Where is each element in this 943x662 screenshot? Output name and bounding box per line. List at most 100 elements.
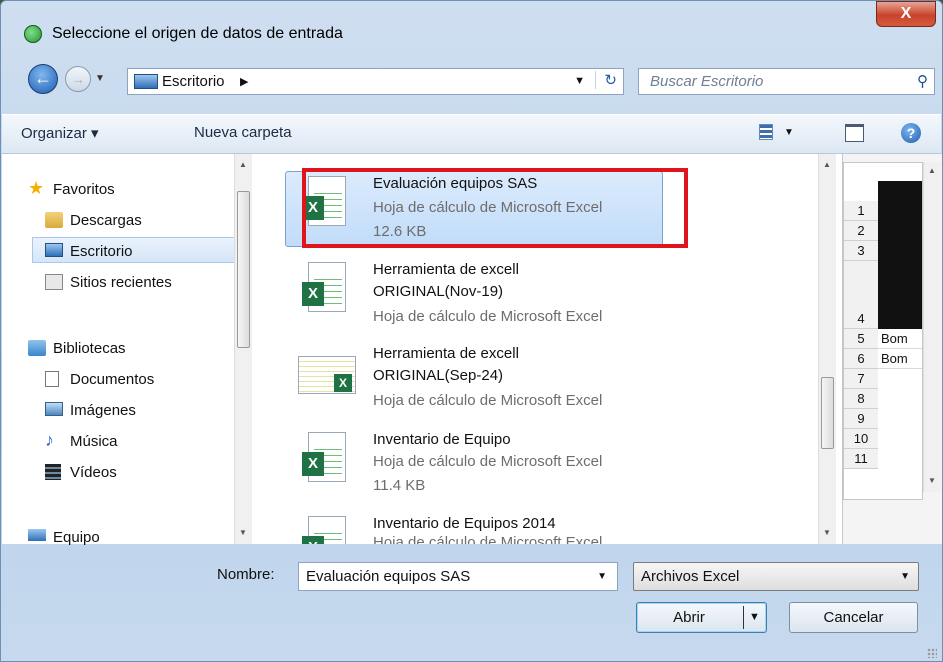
search-icon[interactable]: ⚲ [917, 72, 928, 90]
scroll-down-icon[interactable]: ▼ [928, 476, 936, 485]
dark-header-block [878, 181, 922, 329]
preview-scrollbar[interactable]: ▲ ▼ [923, 162, 941, 492]
file-item[interactable]: X Inventario de Equipos 2014 Hoja de cál… [290, 510, 670, 544]
sidebar-scroll-thumb[interactable] [237, 191, 250, 348]
documents-icon [45, 371, 59, 387]
computer-icon [28, 529, 46, 541]
cancel-button[interactable]: Cancelar [789, 602, 918, 633]
dialog-footer: Nombre: Evaluación equipos SAS ▼ Archivo… [2, 544, 941, 662]
sidebar-label: Bibliotecas [53, 340, 126, 357]
file-type-value: Archivos Excel [641, 568, 740, 585]
history-dropdown-icon[interactable]: ▼ [95, 73, 105, 84]
title-bar[interactable]: Seleccione el origen de datos de entrada… [1, 1, 942, 47]
breadcrumb-desktop[interactable]: Escritorio [162, 73, 225, 90]
dialog-title: Seleccione el origen de datos de entrada [52, 25, 343, 42]
file-type-select[interactable]: Archivos Excel ▼ [633, 562, 919, 591]
refresh-icon[interactable]: ↻ [595, 71, 617, 89]
back-arrow-icon[interactable]: ← [28, 64, 58, 94]
file-size: 11.4 KB [373, 477, 426, 494]
row-header: 4 [844, 261, 878, 329]
sidebar-label: Favoritos [53, 181, 115, 198]
chevron-down-icon[interactable]: ▼ [597, 563, 607, 590]
file-name: Herramienta de excell ORIGINAL(Sep-24) [373, 345, 519, 384]
close-button[interactable]: X [876, 1, 936, 27]
address-bar[interactable]: Escritorio ▶ ▼ ↻ [127, 68, 624, 95]
row-header: 6 [844, 349, 878, 369]
scroll-up-icon[interactable]: ▲ [928, 166, 936, 175]
navigation-pane: ★ Favoritos Descargas Escritorio Sitios … [2, 154, 252, 546]
annotation-highlight-box [302, 168, 688, 248]
open-options-dropdown-icon[interactable]: ▼ [749, 603, 760, 632]
sidebar-scrollbar[interactable]: ▲ ▼ [234, 154, 252, 544]
row-header: 3 [844, 241, 878, 261]
row-header: 7 [844, 369, 878, 389]
file-type: Hoja de cálculo de Microsoft Excel [373, 392, 603, 409]
libraries-icon [28, 340, 46, 356]
sidebar-label: Música [70, 433, 118, 450]
forward-arrow-icon[interactable]: → [65, 66, 91, 92]
new-folder-button[interactable]: Nueva carpeta [194, 124, 292, 141]
search-input[interactable]: Buscar Escritorio ⚲ [638, 68, 935, 95]
row-header: 8 [844, 389, 878, 409]
desktop-icon [45, 243, 63, 257]
app-icon [24, 25, 42, 43]
view-dropdown-icon[interactable]: ▼ [784, 127, 794, 138]
preview-cell: Bom [878, 349, 922, 369]
scroll-up-icon[interactable]: ▲ [823, 160, 831, 169]
row-header: 9 [844, 409, 878, 429]
row-header: 1 [844, 201, 878, 221]
file-item[interactable]: X Inventario de Equipo Hoja de cálculo d… [290, 426, 670, 506]
row-header: 5 [844, 329, 878, 349]
open-file-dialog: Seleccione el origen de datos de entrada… [0, 0, 943, 662]
file-name-value: Evaluación equipos SAS [306, 568, 471, 585]
file-item[interactable]: X Herramienta de excell ORIGINAL(Sep-24)… [290, 340, 670, 420]
preview-pane: 1 2 3 4 5 Bom 6 Bom 7 8 9 10 11 ▲ ▼ [842, 154, 942, 544]
row-header: 10 [844, 429, 878, 449]
breadcrumb-arrow-icon[interactable]: ▶ [240, 75, 248, 88]
music-note-icon: ♪ [45, 430, 54, 450]
organize-button[interactable]: Organizar ▾ [21, 124, 99, 142]
desktop-icon [134, 74, 158, 89]
sidebar-label: Imágenes [70, 402, 136, 419]
help-icon[interactable]: ? [901, 123, 921, 143]
excel-thumbnail-icon: X [298, 344, 356, 404]
scroll-up-icon[interactable]: ▲ [239, 160, 247, 169]
sidebar-label: Vídeos [70, 464, 117, 481]
excel-file-icon: X [298, 260, 348, 320]
row-header: 11 [844, 449, 878, 469]
row-header: 2 [844, 221, 878, 241]
file-type: Hoja de cálculo de Microsoft Excel [373, 534, 603, 544]
scroll-down-icon[interactable]: ▼ [239, 528, 247, 537]
open-button[interactable]: Abrir ▼ [636, 602, 767, 633]
file-item[interactable]: X Herramienta de excell ORIGINAL(Nov-19)… [290, 256, 670, 336]
downloads-folder-icon [45, 212, 63, 228]
command-toolbar: Organizar ▾ Nueva carpeta ▼ ? [2, 114, 941, 154]
file-list-scrollbar[interactable]: ▲ ▼ [818, 154, 836, 544]
split-divider [743, 606, 744, 629]
star-icon: ★ [28, 178, 45, 198]
address-dropdown-icon[interactable]: ▼ [574, 75, 585, 87]
spreadsheet-preview: 1 2 3 4 5 Bom 6 Bom 7 8 9 10 11 [843, 162, 923, 500]
sidebar-label: Escritorio [70, 243, 133, 260]
sidebar-label: Descargas [70, 212, 142, 229]
file-name: Inventario de Equipo [373, 431, 511, 448]
chevron-down-icon[interactable]: ▼ [900, 563, 910, 590]
scroll-down-icon[interactable]: ▼ [823, 528, 831, 537]
preview-cell: Bom [878, 329, 922, 349]
file-type: Hoja de cálculo de Microsoft Excel [373, 308, 603, 325]
preview-pane-icon[interactable] [845, 124, 864, 142]
file-name: Herramienta de excell ORIGINAL(Nov-19) [373, 261, 519, 300]
sidebar-label: Documentos [70, 371, 155, 388]
recent-places-icon [45, 274, 63, 290]
images-icon [45, 402, 63, 416]
sidebar-label: Sitios recientes [70, 274, 172, 291]
file-name: Inventario de Equipos 2014 [373, 515, 556, 532]
file-name-input[interactable]: Evaluación equipos SAS ▼ [298, 562, 618, 591]
file-list-scroll-thumb[interactable] [821, 377, 834, 449]
file-name-label: Nombre: [217, 566, 275, 583]
file-type: Hoja de cálculo de Microsoft Excel [373, 453, 603, 470]
resize-grip-icon[interactable] [927, 648, 937, 658]
view-options-icon[interactable] [759, 124, 773, 140]
open-button-label: Abrir [673, 609, 705, 626]
search-placeholder: Buscar Escritorio [650, 73, 764, 90]
